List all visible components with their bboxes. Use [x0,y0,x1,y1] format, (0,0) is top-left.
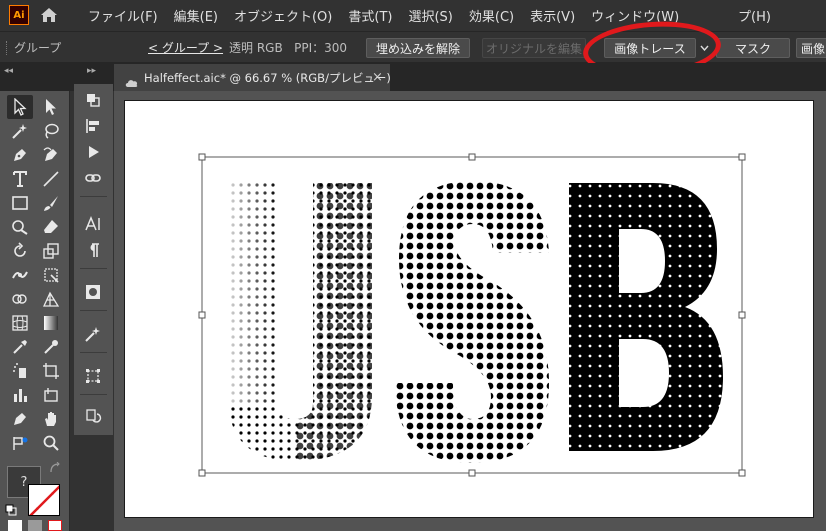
letter-u [228,183,372,461]
zoom-tool-icon[interactable] [38,431,64,455]
free-transform-tool-icon[interactable] [38,263,64,287]
home-icon[interactable] [40,7,58,23]
symbol-sprayer-tool-icon[interactable] [7,359,33,383]
actions-play-icon[interactable] [80,140,106,164]
panel-separator [80,352,107,353]
transform-panel-icon[interactable] [80,364,106,388]
lasso-tool-icon[interactable] [38,119,64,143]
image-trace-panel-icon[interactable] [80,280,106,304]
direct-selection-tool-icon[interactable] [38,95,64,119]
paintbrush-tool-icon[interactable] [38,191,64,215]
gradient-mode-icon[interactable] [28,520,42,531]
paragraph-panel-icon[interactable] [80,238,106,262]
slice-tool-icon[interactable] [38,383,64,407]
image-trace-dropdown-icon[interactable] [697,38,711,58]
hand-tool-icon[interactable] [38,407,64,431]
artboard[interactable] [124,100,814,518]
rotate-tool-icon[interactable] [7,239,33,263]
document-title: Halfeffect.aic* @ 66.67 % (RGB/プレビュー) [144,70,391,85]
artboards-panel-icon[interactable] [80,88,106,112]
toolbar-edit-icon[interactable] [7,431,33,455]
letter-b [569,183,723,451]
curvature-tool-icon[interactable] [38,143,64,167]
menu-item[interactable]: 編集(E) [166,6,226,25]
rectangle-tool-icon[interactable] [7,191,33,215]
perspective-grid-tool-icon[interactable] [38,287,64,311]
pen-add-anchor-icon[interactable] [7,407,33,431]
cloud-document-icon [124,73,139,92]
default-fill-stroke-icon[interactable] [4,503,18,517]
artboard-tool-icon[interactable] [38,359,64,383]
menu-item-help[interactable]: プ(H) [738,0,771,30]
menu-item[interactable]: 選択(S) [400,6,460,25]
character-panel-icon[interactable] [80,212,106,236]
image-trace-button[interactable]: 画像トレース [604,38,696,58]
expand-panel-icon[interactable]: ▸▸ [87,66,96,76]
menu-items: ファイル(F) 編集(E) オブジェクト(O) 書式(T) 選択(S) 効果(C) 表示(V… [80,0,687,30]
panel-separator [80,394,107,395]
menu-item[interactable]: オブジェクト(O) [226,6,340,25]
unembed-button[interactable]: 埋め込みを解除 [366,38,470,58]
halftone-artwork[interactable] [125,101,815,519]
menu-item[interactable]: ウィンドウ(W) [583,6,687,25]
menu-item[interactable]: 効果(C) [461,6,522,25]
close-tab-icon[interactable]: × [372,70,383,85]
panel-separator [80,268,107,269]
letter-s [395,181,549,463]
links-panel-icon[interactable] [80,166,106,190]
secondary-panel-dock [74,84,113,435]
eraser-tool-icon[interactable] [38,215,64,239]
crop-image-button[interactable]: 画像 [796,38,826,58]
collapse-toolbar-icon[interactable]: ◂◂ [4,66,13,76]
panel-separator [80,196,107,197]
eyedropper-tool-icon[interactable] [7,335,33,359]
selection-tool-icon[interactable] [7,95,33,119]
puppet-warp-tool-icon[interactable] [7,263,33,287]
control-bar-grip[interactable] [6,41,8,55]
tools-panel [0,91,70,531]
control-bar: グループ < グループ > 透明 RGB PPI：300 埋め込みを解除 オリジ… [0,31,826,63]
document-tab[interactable]: Halfeffect.aic* @ 66.67 % (RGB/プレビュー) × [114,64,391,92]
mask-button[interactable]: マスク [716,38,790,58]
mesh-tool-icon[interactable] [7,311,33,335]
shape-builder-tool-icon[interactable] [7,287,33,311]
magic-wand-tool-icon[interactable] [7,119,33,143]
magic-wand-panel-icon[interactable] [80,322,106,346]
align-panel-icon[interactable] [80,114,106,138]
shaper-tool-icon[interactable] [7,215,33,239]
blend-tool-icon[interactable] [38,335,64,359]
edit-original-button: オリジナルを編集 [482,38,586,58]
gradient-tool-icon[interactable] [38,311,64,335]
menu-item[interactable]: ファイル(F) [80,6,166,25]
column-graph-tool-icon[interactable] [7,383,33,407]
type-tool-icon[interactable] [7,167,33,191]
panel-separator [80,310,107,311]
color-mode-icon[interactable] [8,520,22,531]
stroke-swatch-none[interactable] [28,484,60,516]
swap-fill-stroke-icon[interactable] [47,461,63,475]
history-panel-icon[interactable] [80,404,106,428]
menu-item[interactable]: 表示(V) [522,6,583,25]
line-segment-tool-icon[interactable] [38,167,64,191]
group-link[interactable]: < グループ > [148,39,223,56]
scale-tool-icon[interactable] [38,239,64,263]
menu-item[interactable]: 書式(T) [340,6,400,25]
selection-type-label: グループ [14,40,62,55]
none-mode-icon[interactable] [48,520,62,531]
app-logo: Ai [9,5,29,25]
image-info: 透明 RGB PPI：300 [229,40,348,55]
pen-tool-icon[interactable] [7,143,33,167]
menu-bar: Ai ファイル(F) 編集(E) オブジェクト(O) 書式(T) 選択(S) 効果(C) 表… [0,0,826,30]
